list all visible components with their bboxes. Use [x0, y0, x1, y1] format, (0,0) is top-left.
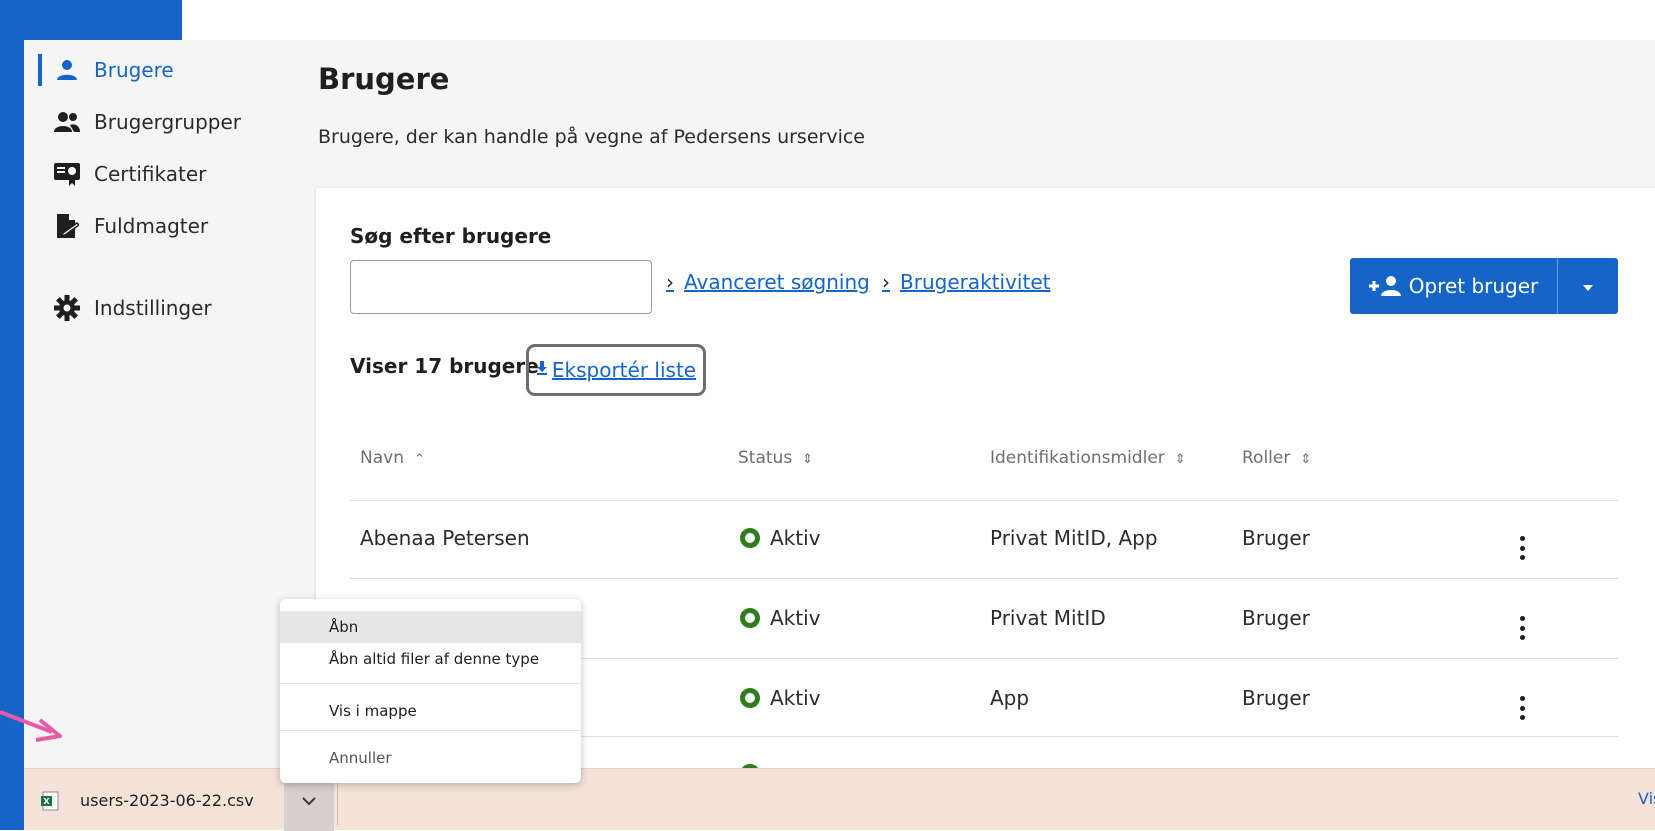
row-actions-icon[interactable]	[1512, 614, 1532, 642]
cell-identification: App	[990, 686, 1030, 710]
create-user-button[interactable]: Opret bruger	[1350, 258, 1618, 314]
sidebar-item-certifikater[interactable]: Certifikater	[38, 156, 206, 192]
menu-item-cancel[interactable]: Annuller	[280, 738, 581, 778]
column-header-label: Roller	[1242, 448, 1291, 468]
status-label: Aktiv	[770, 686, 821, 710]
cell-role: Bruger	[1242, 606, 1310, 630]
create-user-main[interactable]: Opret bruger	[1350, 258, 1557, 314]
add-user-icon	[1368, 275, 1403, 297]
search-label: Søg efter brugere	[350, 224, 552, 248]
search-input[interactable]	[350, 260, 652, 314]
export-list-link[interactable]: Eksportér liste	[526, 344, 706, 396]
cell-status: Aktiv	[740, 526, 821, 550]
cell-role: Bruger	[1242, 526, 1310, 550]
column-header-name[interactable]: Navn ⌃	[360, 448, 425, 468]
sidebar-item-fuldmagter[interactable]: Fuldmagter	[38, 208, 208, 244]
sort-icon: ⇕	[802, 452, 814, 467]
cell-identification: Privat MitID	[990, 606, 1106, 630]
menu-separator	[280, 730, 581, 731]
active-indicator	[38, 54, 42, 86]
sidebar-item-label: Brugergrupper	[94, 110, 242, 134]
column-header-label: Navn	[360, 448, 404, 468]
chevron-down-icon	[302, 791, 316, 810]
sort-icon: ⇕	[1300, 452, 1312, 467]
advanced-search-link[interactable]: › Avanceret søgning	[666, 270, 870, 294]
cell-role: Bruger	[1242, 686, 1310, 710]
status-active-icon	[740, 528, 760, 548]
status-active-icon	[740, 608, 760, 628]
status-label: Aktiv	[770, 606, 821, 630]
certificate-icon	[52, 159, 82, 189]
menu-item-show-in-folder[interactable]: Vis i mappe	[280, 691, 581, 731]
chevron-right-icon: ›	[666, 270, 674, 294]
user-count-label: Viser 17 brugere	[350, 354, 539, 378]
sidebar: Brugere Brugergrupper Certifikater Fuldm…	[24, 40, 284, 768]
download-context-menu: Åbn Åbn altid filer af denne type Vis i …	[280, 599, 581, 783]
cell-name[interactable]: Abenaa Petersen	[360, 526, 530, 550]
sidebar-item-label: Brugere	[94, 58, 174, 82]
sidebar-item-brugergrupper[interactable]: Brugergrupper	[38, 104, 241, 140]
sidebar-item-label: Fuldmagter	[94, 214, 209, 238]
menu-item-always-open[interactable]: Åbn altid filer af denne type	[280, 643, 581, 675]
sort-icon: ⇕	[1174, 452, 1186, 467]
user-activity-link[interactable]: › Brugeraktivitet	[882, 270, 1050, 294]
svg-text:X: X	[43, 797, 50, 806]
row-divider	[350, 578, 1618, 579]
cell-status: Aktiv	[740, 606, 821, 630]
status-active-icon	[740, 688, 760, 708]
menu-separator	[280, 683, 581, 684]
spreadsheet-file-icon: X	[40, 791, 60, 815]
person-icon	[52, 55, 82, 85]
column-header-identification[interactable]: Identifikationsmidler ⇕	[990, 448, 1186, 468]
download-filename[interactable]: users-2023-06-22.csv	[80, 791, 254, 810]
create-user-label: Opret bruger	[1408, 274, 1539, 298]
sidebar-item-brugere[interactable]: Brugere	[38, 52, 174, 88]
sidebar-item-label: Indstillinger	[94, 296, 212, 320]
document-pen-icon	[52, 211, 82, 241]
show-all-downloads-link[interactable]: Vis	[1638, 789, 1655, 808]
cell-status: Aktiv	[740, 686, 821, 710]
column-header-label: Status	[738, 448, 793, 468]
sidebar-item-indstillinger[interactable]: Indstillinger	[38, 290, 212, 326]
export-list-label: Eksportér liste	[551, 358, 697, 382]
row-divider	[350, 500, 1618, 501]
caret-down-icon	[1582, 277, 1594, 296]
annotation-arrow-icon	[0, 710, 62, 742]
create-user-dropdown[interactable]	[1558, 258, 1618, 314]
menu-item-open[interactable]: Åbn	[280, 611, 581, 643]
gear-icon	[52, 293, 82, 323]
cell-identification: Privat MitID, App	[990, 526, 1158, 550]
row-actions-icon[interactable]	[1512, 534, 1532, 562]
people-icon	[52, 107, 82, 137]
column-header-label: Identifikationsmidler	[990, 448, 1165, 468]
download-icon	[536, 361, 548, 379]
sort-ascending-icon: ⌃	[413, 452, 425, 467]
column-header-roles[interactable]: Roller ⇕	[1242, 448, 1311, 468]
page-title: Brugere	[318, 62, 450, 96]
advanced-search-label: Avanceret søgning	[684, 270, 870, 294]
status-label: Aktiv	[770, 526, 821, 550]
row-actions-icon[interactable]	[1512, 694, 1532, 722]
blue-frame-top	[24, 0, 182, 40]
sidebar-item-label: Certifikater	[94, 162, 207, 186]
page-subtitle: Brugere, der kan handle på vegne af Pede…	[318, 126, 865, 148]
column-header-status[interactable]: Status ⇕	[738, 448, 813, 468]
download-bar: X users-2023-06-22.csv Vis	[24, 768, 1655, 831]
chevron-right-icon: ›	[882, 270, 890, 294]
app-window: Brugere Brugergrupper Certifikater Fuldm…	[24, 40, 1655, 768]
user-activity-label: Brugeraktivitet	[900, 270, 1051, 294]
